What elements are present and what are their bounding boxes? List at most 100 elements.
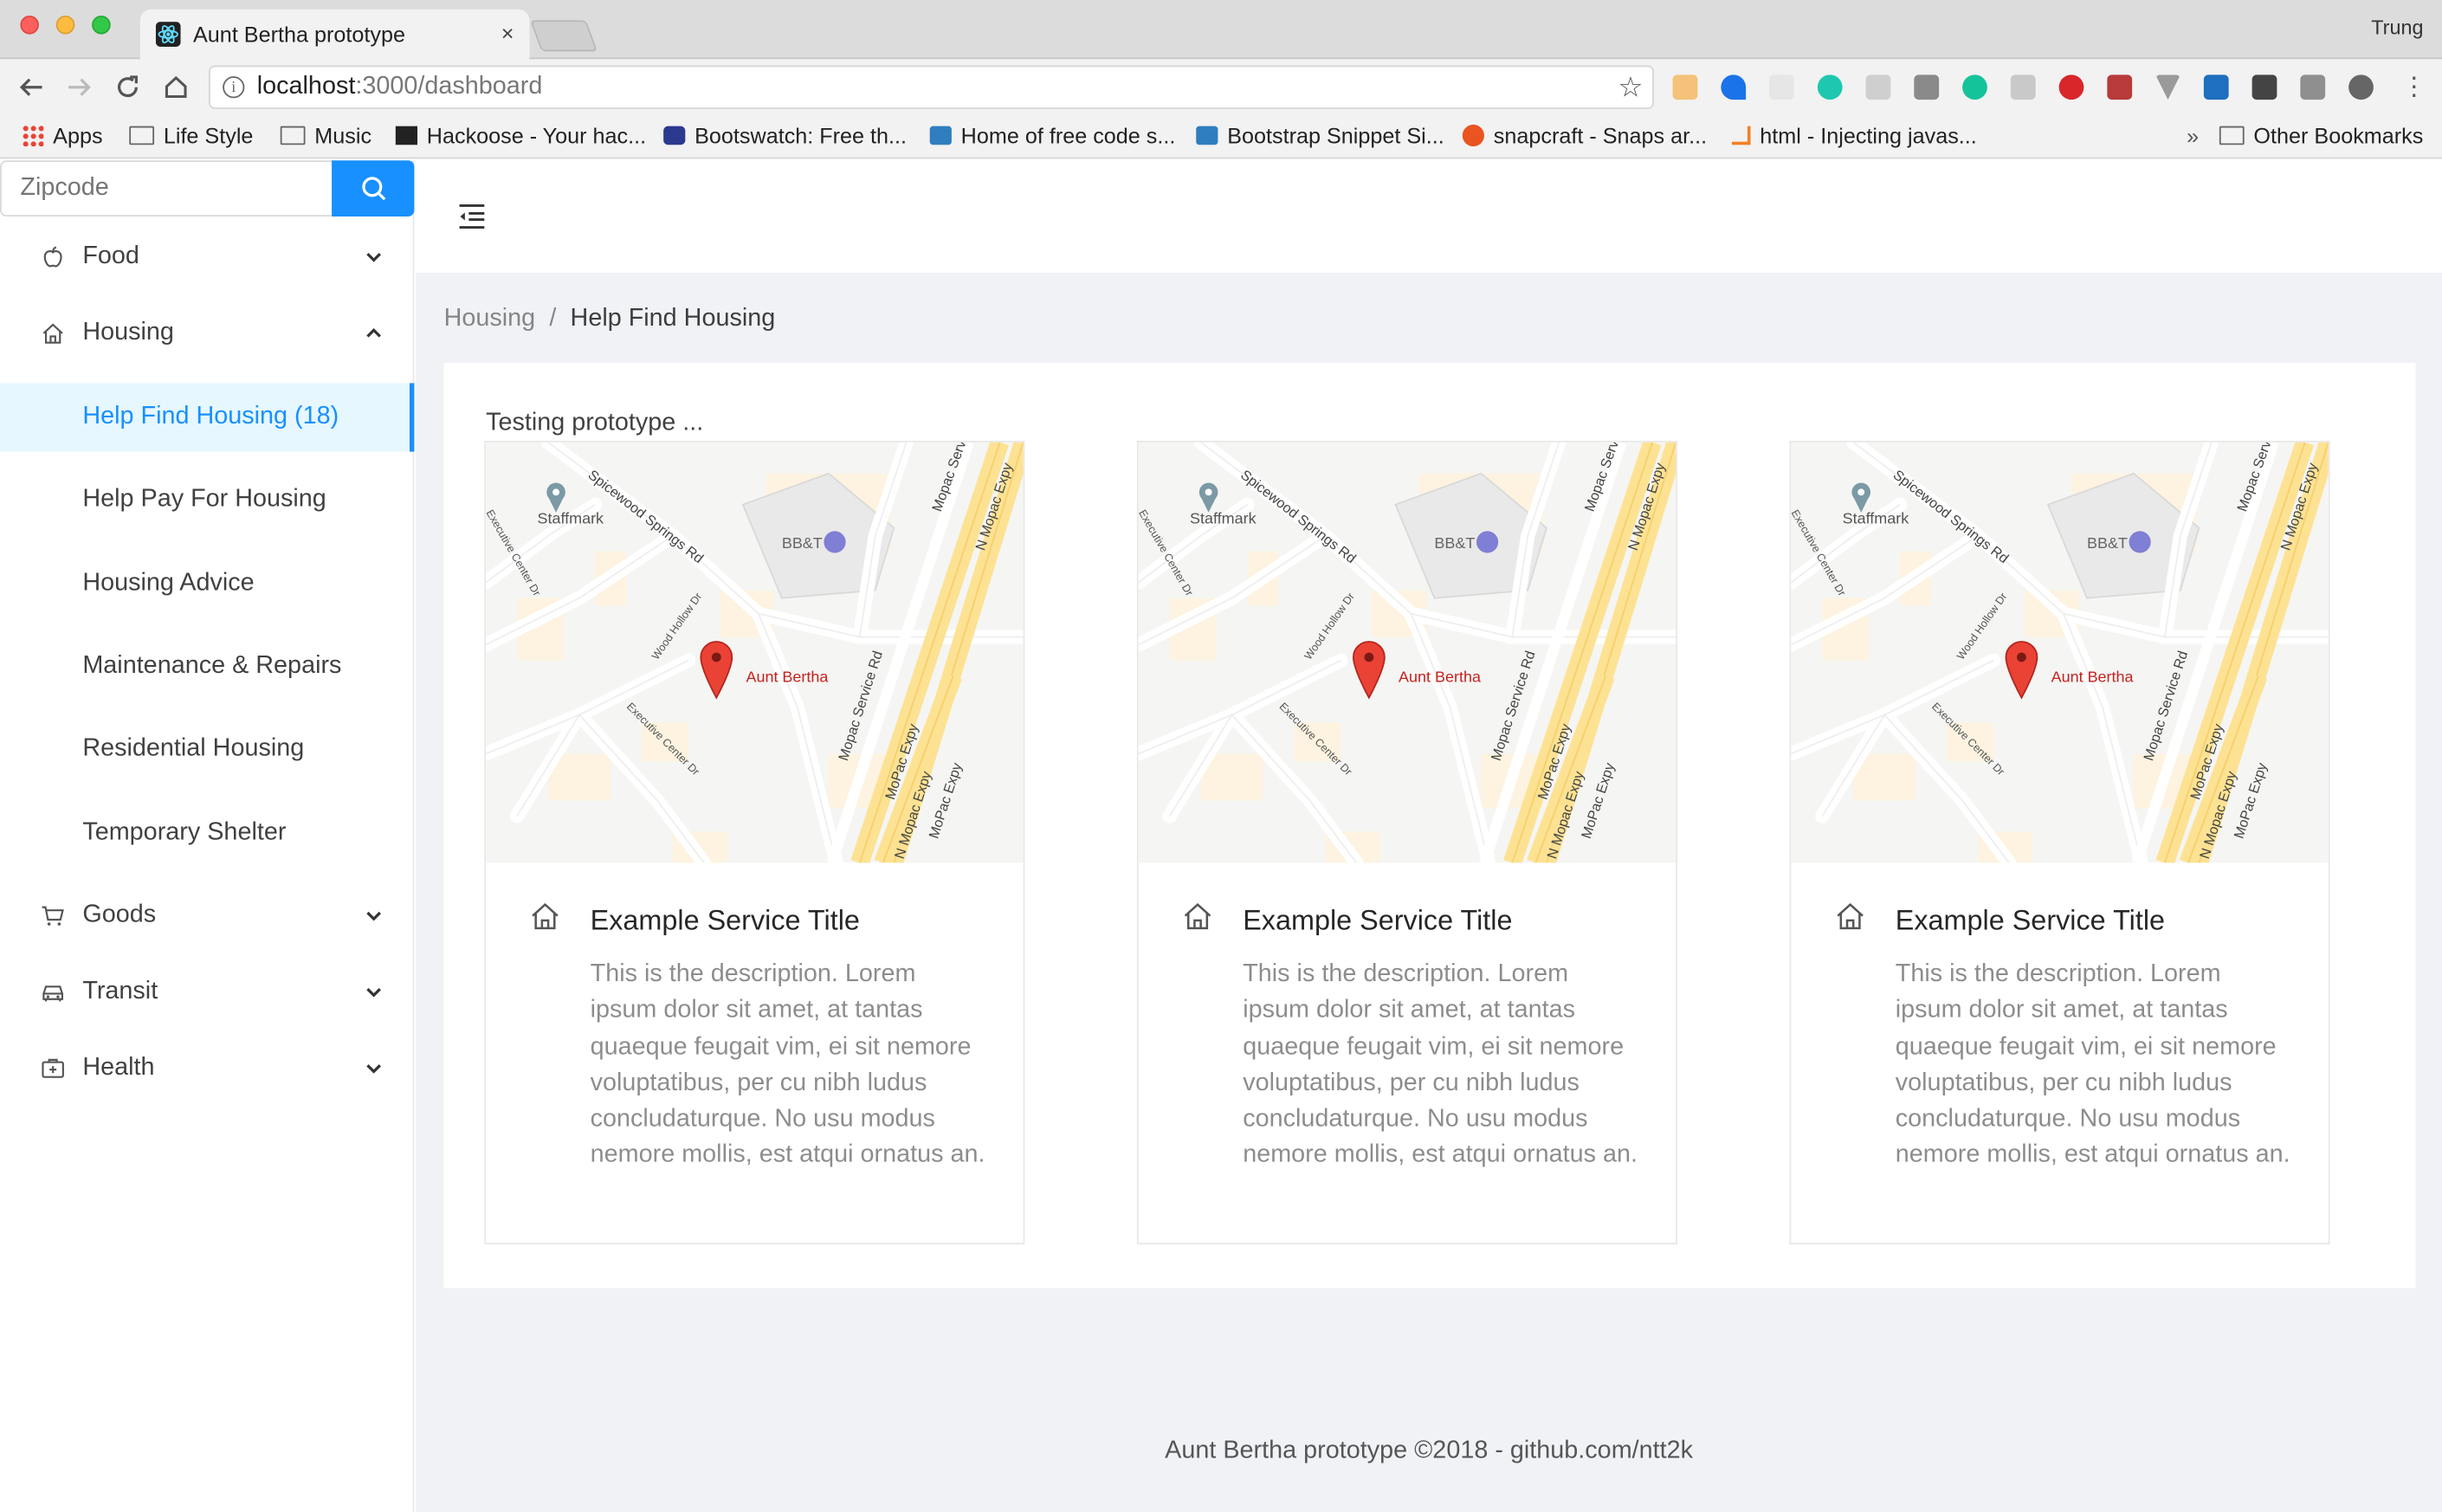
map-preview[interactable]: Staffmark BB&T Spicewood Springs Rd Mopac S… [486, 442, 1024, 863]
service-card[interactable]: Staffmark BB&T Spicewood Springs Rd Mopac S… [484, 440, 1025, 1245]
extension-icon[interactable] [2300, 74, 2326, 100]
menu-fold-icon[interactable] [456, 203, 488, 230]
folder-icon [129, 126, 155, 145]
menu-goods[interactable]: Goods [0, 885, 414, 947]
submenu-help-pay-for-housing[interactable]: Help Pay For Housing [0, 466, 414, 534]
map-pin-label: Aunt Bertha [746, 669, 828, 686]
chevron-up-icon [366, 327, 381, 338]
extension-icon[interactable] [1865, 74, 1891, 100]
forward-arrow-icon[interactable] [64, 72, 95, 103]
submenu-housing-advice[interactable]: Housing Advice [0, 550, 414, 618]
extension-icon[interactable] [2203, 74, 2229, 100]
breadcrumb: Housing / Help Find Housing [444, 306, 776, 333]
service-card[interactable]: Staffmark BB&T Spicewood Springs Rd Mopac S… [1136, 440, 1677, 1245]
extension-icon[interactable] [2155, 74, 2180, 100]
address-bar[interactable]: i localhost:3000/dashboard ☆ [208, 65, 1655, 109]
browser-toolbar: i localhost:3000/dashboard ☆ ⋮ [0, 59, 2442, 116]
breadcrumb-parent[interactable]: Housing [444, 306, 536, 333]
grammarly-icon[interactable] [1962, 74, 1987, 100]
adblock-icon[interactable] [2058, 74, 2084, 100]
bookmark-bootstrap-snippet[interactable]: Bootstrap Snippet Si... [1196, 123, 1444, 148]
chevron-down-icon [366, 911, 381, 921]
zipcode-input[interactable] [0, 160, 333, 216]
extension-icon[interactable] [1914, 74, 1940, 100]
reload-icon[interactable] [112, 72, 143, 103]
new-tab-button[interactable] [530, 20, 598, 52]
tab-close-icon[interactable]: × [501, 20, 514, 45]
card-title: Example Service Title [590, 904, 860, 936]
map-label-staffmark: Staffmark [1190, 509, 1257, 527]
folder-icon [280, 126, 306, 145]
bookmark-music[interactable]: Music [280, 123, 371, 148]
search-button[interactable] [332, 160, 415, 216]
home-icon[interactable] [160, 72, 191, 103]
home-icon [42, 323, 63, 344]
bookmark-free-code[interactable]: Home of free code s... [929, 123, 1175, 148]
app-root: Aunt Bertha prototype × Trung i localhos… [0, 0, 2442, 1512]
bootswatch-icon [663, 126, 686, 145]
map-preview[interactable]: Staffmark BB&T Spicewood Springs Rd Mopac S… [1791, 442, 2329, 863]
apps-grid-icon [22, 124, 44, 147]
search-icon [361, 177, 385, 201]
card-title: Example Service Title [1243, 904, 1513, 936]
bookmark-hackoose[interactable]: Hackoose - Your hac... [395, 123, 646, 148]
bookmark-snapcraft[interactable]: snapcraft - Snaps ar... [1462, 123, 1707, 148]
app-header [416, 160, 2442, 273]
map-label-bbt: BB&T [782, 534, 823, 552]
map-label-staffmark: Staffmark [537, 509, 604, 527]
zipcode-search [0, 160, 415, 216]
extension-icon[interactable] [1672, 74, 1698, 100]
bookmarks-bar: Apps Life Style Music Hackoose - Your ha… [0, 115, 2442, 159]
back-arrow-icon[interactable] [16, 72, 47, 103]
bookmark-other[interactable]: Other Bookmarks [2219, 123, 2423, 148]
bookmark-stackoverflow[interactable]: html - Injecting javas... [1731, 123, 1977, 148]
map-label-bbt: BB&T [1434, 534, 1475, 552]
map-preview[interactable]: Staffmark BB&T Spicewood Springs Rd Mopac S… [1138, 442, 1676, 863]
submenu-residential-housing[interactable]: Residential Housing [0, 715, 414, 784]
site-info-icon[interactable]: i [223, 76, 245, 99]
menu-transit[interactable]: Transit [0, 961, 414, 1024]
menu-transit-label: Transit [82, 978, 158, 1005]
extension-icon[interactable] [1769, 74, 1794, 100]
extension-icon[interactable] [2107, 74, 2133, 100]
bookmark-life-style[interactable]: Life Style [129, 123, 253, 148]
profile-name[interactable]: Trung [2371, 16, 2423, 39]
menu-health[interactable]: Health [0, 1037, 414, 1100]
menu-food[interactable]: Food [0, 226, 414, 288]
extension-icon[interactable] [1817, 74, 1843, 100]
submenu-maintenance-repairs[interactable]: Maintenance & Repairs [0, 632, 414, 701]
home-icon [1184, 902, 1211, 930]
stackoverflow-icon [1731, 126, 1751, 145]
chevron-down-icon [366, 987, 381, 998]
intro-text: Testing prototype ... [486, 410, 704, 436]
home-icon [532, 902, 559, 930]
bookmark-star-icon[interactable]: ☆ [1618, 72, 1643, 105]
extension-icon[interactable] [1721, 74, 1747, 100]
maximize-window-icon[interactable] [92, 15, 111, 35]
minimize-window-icon[interactable] [55, 15, 75, 35]
close-window-icon[interactable] [20, 15, 39, 35]
submenu-temporary-shelter[interactable]: Temporary Shelter [0, 799, 414, 868]
extension-icon[interactable] [2251, 74, 2277, 100]
bookmarks-overflow-button[interactable]: » [2187, 123, 2199, 148]
bank-icon [1476, 531, 1499, 553]
map-label-bbt: BB&T [2087, 534, 2128, 552]
home-icon [1837, 902, 1864, 930]
react-favicon-icon [155, 22, 181, 47]
bank-icon [824, 531, 846, 553]
chevron-down-icon [366, 253, 381, 262]
snapcraft-icon [1462, 124, 1484, 147]
submenu-help-find-housing[interactable]: Help Find Housing (18) [0, 383, 415, 452]
menu-housing[interactable]: Housing [0, 302, 414, 365]
map-pin-label: Aunt Bertha [2051, 669, 2134, 686]
content-panel: Testing prototype ... Staffmark BB&T Spice… [443, 363, 2416, 1289]
service-card[interactable]: Staffmark BB&T Spicewood Springs Rd Mopac S… [1789, 440, 2330, 1245]
browser-tab[interactable]: Aunt Bertha prototype × [139, 9, 530, 60]
breadcrumb-current: Help Find Housing [570, 305, 776, 333]
bookmark-bootswatch[interactable]: Bootswatch: Free th... [663, 123, 907, 148]
extension-icon[interactable] [2010, 74, 2036, 100]
bookmark-apps[interactable]: Apps [22, 123, 103, 148]
browser-menu-icon[interactable]: ⋮ [2399, 72, 2430, 103]
sidebar: Food Housing Help Find Housing (18) Help… [0, 160, 415, 1512]
extension-icon[interactable] [2348, 74, 2374, 100]
